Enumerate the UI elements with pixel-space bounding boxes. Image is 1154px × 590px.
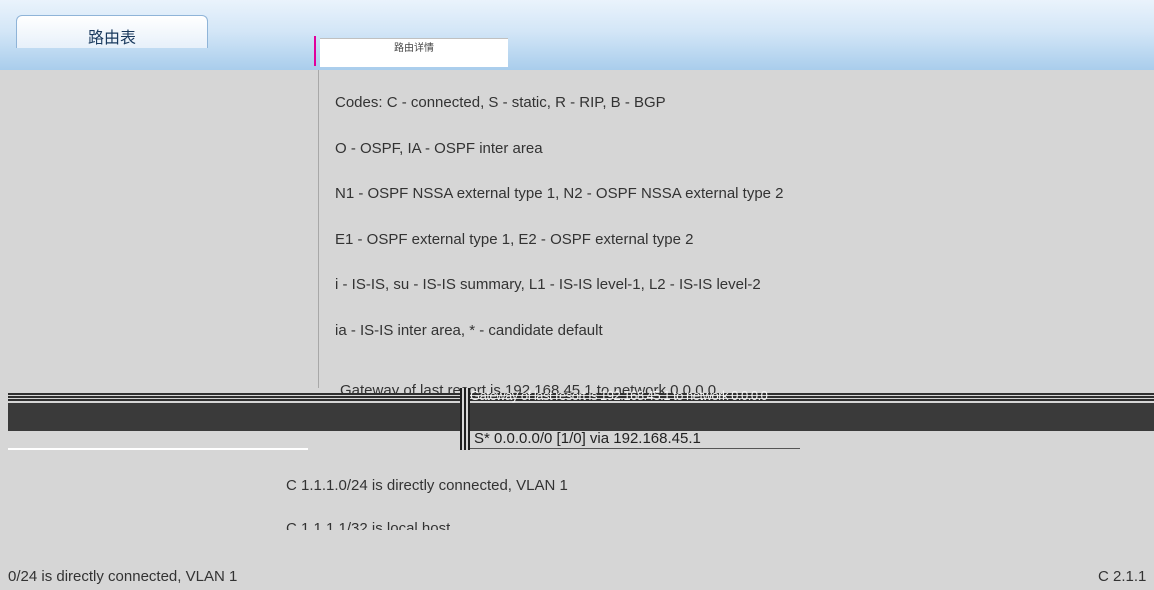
tab-route-table[interactable]: 路由表 [16, 15, 208, 48]
codes-line: ia - IS-IS inter area, * - candidate def… [335, 321, 603, 339]
route-entry-truncated: C 2.1.1 [1098, 568, 1147, 585]
glitch-band [8, 403, 1154, 431]
route-table-window: 路由表 路由详情 Codes: C - connected, S - stati… [0, 0, 1154, 590]
vertical-divider [318, 70, 319, 388]
route-codes-legend: Codes: C - connected, S - static, R - RI… [335, 94, 1145, 367]
tab-route-details[interactable]: 路由详情 [320, 38, 508, 67]
codes-line: O - OSPF, IA - OSPF inter area [335, 139, 543, 157]
codes-line: N1 - OSPF NSSA external type 1, N2 - OSP… [335, 185, 784, 202]
route-entry-connected-partial: 0/24 is directly connected, VLAN 1 [8, 568, 238, 585]
route-underline [470, 448, 800, 449]
route-entry-connected: C 1.1.1.0/24 is directly connected, VLAN… [286, 477, 568, 494]
codes-line: Codes: C - connected, S - static, R - RI… [335, 94, 666, 111]
highlight-line [8, 448, 308, 450]
tab-route-details-label: 路由详情 [394, 43, 434, 54]
tab-focus-marker [314, 36, 316, 66]
codes-line: i - IS-IS, su - IS-IS summary, L1 - IS-I… [335, 276, 761, 293]
gateway-line-overlay: Gateway of last resort is 192.168.45.1 t… [470, 388, 768, 403]
codes-line: E1 - OSPF external type 1, E2 - OSPF ext… [335, 230, 694, 248]
route-entry-default: S* 0.0.0.0/0 [1/0] via 192.168.45.1 [474, 430, 701, 447]
tab-route-table-label: 路由表 [87, 30, 136, 47]
glitch-bars [460, 388, 470, 450]
route-entry-local: C 1.1.1.1/32 is local host [286, 520, 451, 530]
